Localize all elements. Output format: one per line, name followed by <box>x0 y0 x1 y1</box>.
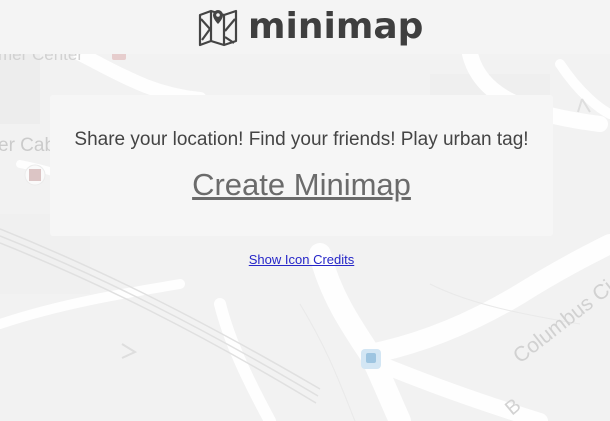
tagline: Share your location! Find your friends! … <box>74 129 529 150</box>
app-title: minimap <box>248 6 424 47</box>
create-minimap-link[interactable]: Create Minimap <box>50 167 553 203</box>
welcome-card: Share your location! Find your friends! … <box>50 95 553 236</box>
folded-map-icon <box>198 9 238 47</box>
show-icon-credits-link[interactable]: Show Icon Credits <box>249 252 355 267</box>
credits-container: Show Icon Credits <box>0 251 603 269</box>
brand[interactable]: minimap <box>198 4 423 50</box>
page: minimap mer Center er Cab Columbus Ci B … <box>0 0 610 421</box>
header: minimap <box>0 0 610 54</box>
